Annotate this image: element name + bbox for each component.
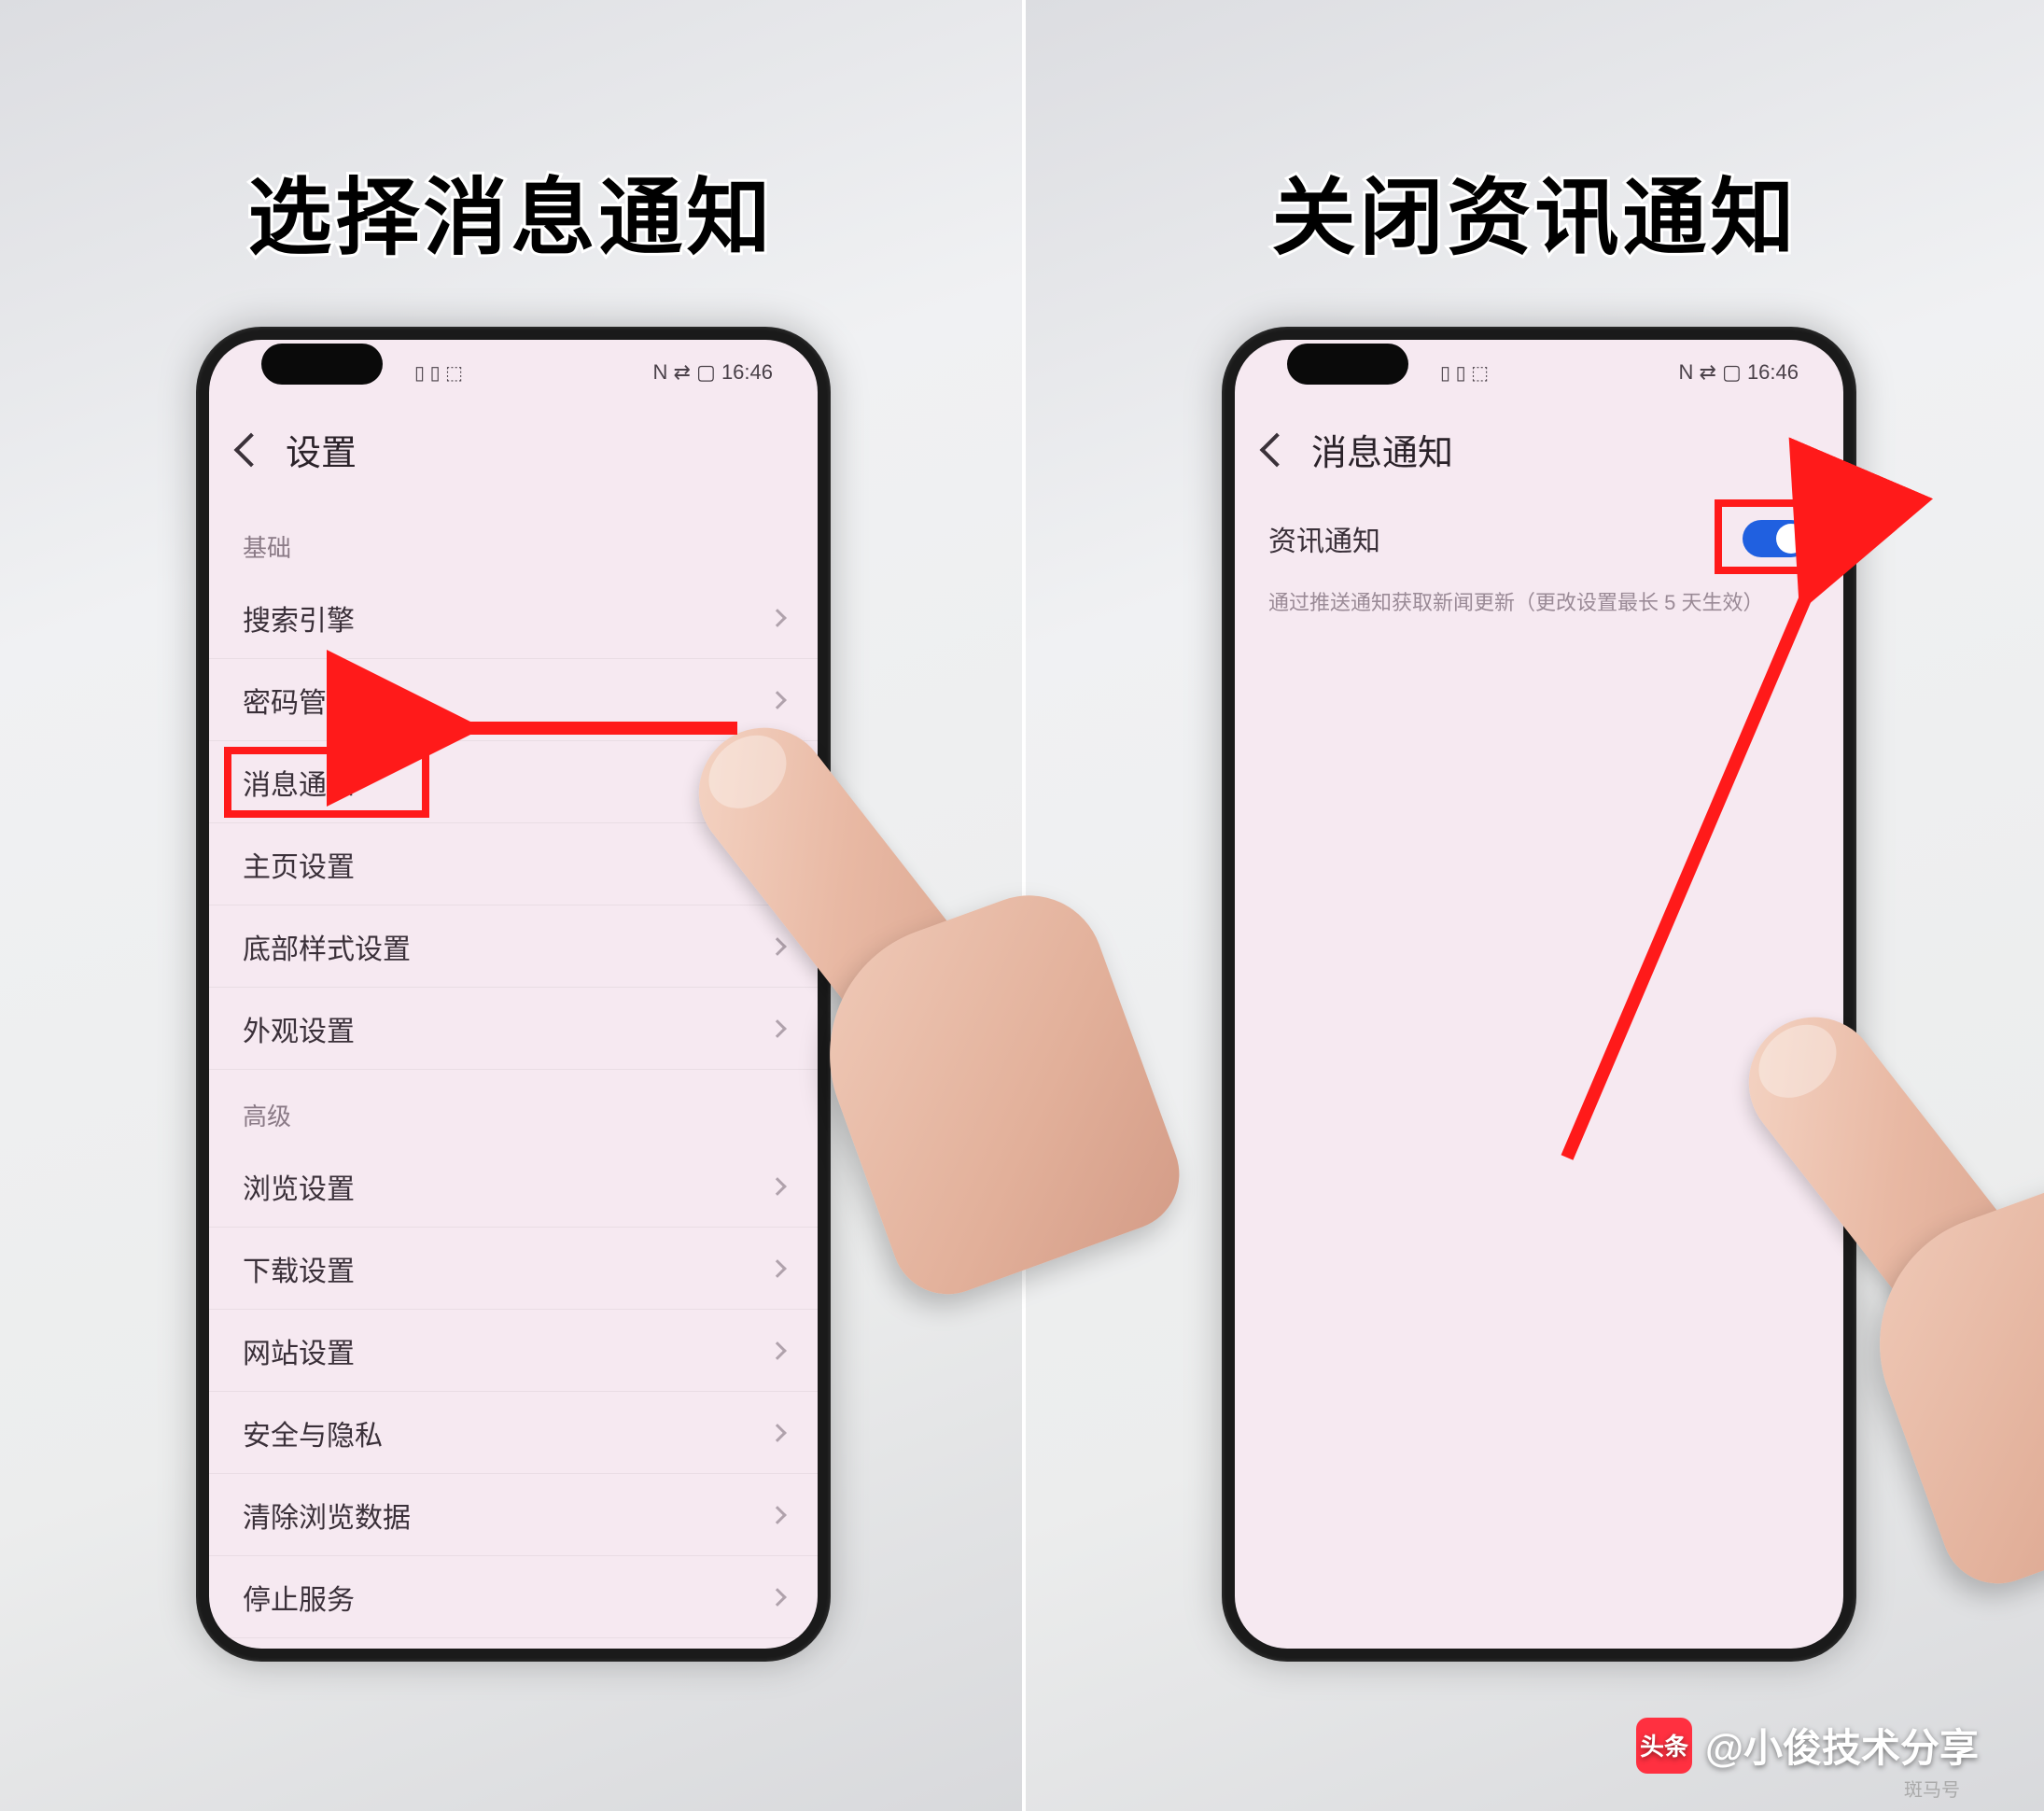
item-label: 浏览设置 (243, 1166, 355, 1207)
toggle-switch[interactable] (1743, 520, 1810, 557)
phone-left: ▯ ▯ ⬚ N ⇄ ▢ 16:46 设置 基础 搜索引擎 密码管理 消息通知 (196, 327, 831, 1662)
chevron-right-icon (768, 1506, 787, 1524)
watermark-logo: 头条 (1636, 1718, 1692, 1774)
status-left: ▯ ▯ ⬚ (414, 361, 463, 385)
red-arrow-left (429, 691, 765, 765)
item-label: 消息通知 (243, 762, 355, 803)
back-icon[interactable] (1260, 432, 1295, 467)
camera-notch (1287, 344, 1408, 385)
page-header: 设置 (209, 405, 818, 501)
chevron-right-icon (768, 1588, 787, 1607)
item-label: 底部样式设置 (243, 926, 411, 967)
toggle-label: 资讯通知 (1268, 518, 1380, 559)
left-caption: 选择消息通知 (248, 149, 775, 271)
chevron-right-icon (768, 691, 787, 709)
right-caption: 关闭资讯通知 (1272, 149, 1799, 271)
chevron-right-icon (768, 1019, 787, 1038)
item-search-engine[interactable]: 搜索引擎 (209, 577, 818, 659)
item-bottom-style[interactable]: 底部样式设置 (209, 906, 818, 988)
watermark: 头条 @小俊技术分享 (1636, 1717, 1979, 1774)
item-sites[interactable]: 网站设置 (209, 1310, 818, 1392)
item-label: 密码管理 (243, 680, 355, 721)
chevron-right-icon (768, 773, 787, 792)
item-label: 网站设置 (243, 1330, 355, 1371)
chevron-right-icon (768, 1259, 787, 1278)
chevron-right-icon (768, 937, 787, 956)
item-label: 搜索引擎 (243, 597, 355, 639)
item-downloads[interactable]: 下载设置 (209, 1228, 818, 1310)
item-label: 停止服务 (243, 1577, 355, 1618)
camera-notch (261, 344, 383, 385)
status-right: N ⇄ ▢ 16:46 (1679, 360, 1799, 385)
right-panel: 关闭资讯通知 ▯ ▯ ⬚ N ⇄ ▢ 16:46 消息通知 资讯通知 通过推送通… (1022, 0, 2044, 1811)
chevron-right-icon (768, 1341, 787, 1360)
page-title: 消息通知 (1311, 424, 1453, 475)
chevron-right-icon (768, 609, 787, 627)
status-left: ▯ ▯ ⬚ (1440, 361, 1489, 385)
status-right: N ⇄ ▢ 16:46 (653, 360, 774, 385)
item-label: 下载设置 (243, 1248, 355, 1289)
page-title: 设置 (286, 424, 357, 475)
page-header: 消息通知 (1235, 405, 1843, 501)
item-clear-data[interactable]: 清除浏览数据 (209, 1474, 818, 1556)
watermark-text: @小俊技术分享 (1705, 1717, 1979, 1774)
item-browsing[interactable]: 浏览设置 (209, 1145, 818, 1228)
item-label: 安全与隐私 (243, 1412, 383, 1453)
item-appearance[interactable]: 外观设置 (209, 988, 818, 1070)
section-basic: 基础 (209, 501, 818, 577)
item-label: 清除浏览数据 (243, 1495, 411, 1536)
left-panel: 选择消息通知 ▯ ▯ ⬚ N ⇄ ▢ 16:46 设置 基础 搜索引擎 密码管理 (0, 0, 1022, 1811)
chevron-right-icon (768, 855, 787, 874)
watermark-small: 斑马号 (1904, 1775, 1960, 1802)
item-homepage[interactable]: 主页设置 (209, 823, 818, 906)
item-stop-service[interactable]: 停止服务 (209, 1556, 818, 1638)
red-arrow-diagonal (1511, 560, 1866, 1195)
chevron-right-icon (768, 1177, 787, 1196)
back-icon[interactable] (234, 432, 269, 467)
chevron-right-icon (768, 1424, 787, 1442)
item-label: 外观设置 (243, 1008, 355, 1049)
item-security[interactable]: 安全与隐私 (209, 1392, 818, 1474)
section-advanced: 高级 (209, 1070, 818, 1145)
screen-left: ▯ ▯ ⬚ N ⇄ ▢ 16:46 设置 基础 搜索引擎 密码管理 消息通知 (209, 340, 818, 1649)
item-label: 主页设置 (243, 844, 355, 885)
